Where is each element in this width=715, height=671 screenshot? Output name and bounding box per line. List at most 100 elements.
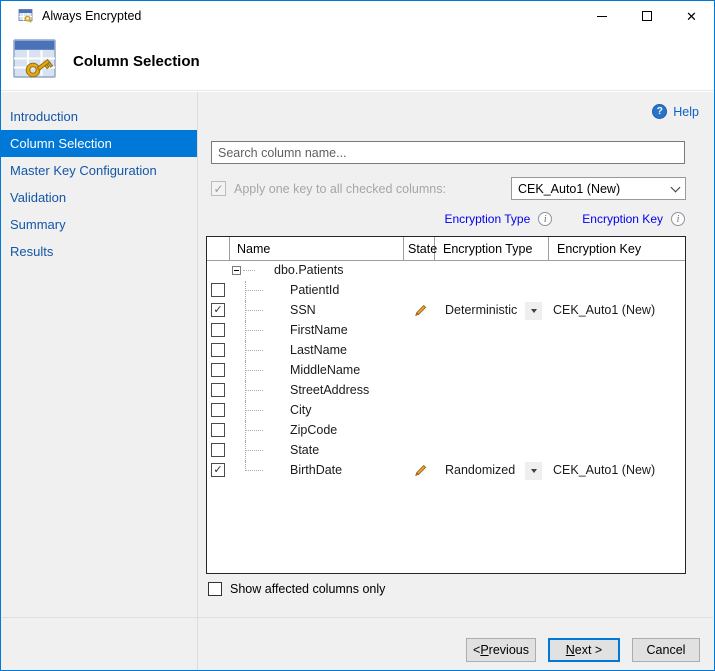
row-checkbox[interactable]: ✓ bbox=[211, 403, 225, 417]
table-row[interactable]: ✓ ZipCode bbox=[207, 421, 685, 441]
row-checkbox[interactable]: ✓ bbox=[211, 303, 225, 317]
encryption-type-link[interactable]: Encryption Type bbox=[444, 212, 530, 226]
column-name: SSN bbox=[290, 303, 316, 317]
search-column-input[interactable] bbox=[211, 141, 685, 164]
apply-one-key-row: ✓ Apply one key to all checked columns: bbox=[211, 181, 446, 196]
page-header: Column Selection bbox=[1, 31, 714, 91]
row-checkbox[interactable]: ✓ bbox=[211, 323, 225, 337]
encryption-type-dropdown[interactable] bbox=[525, 462, 542, 480]
dropdown-arrow-icon bbox=[531, 309, 537, 313]
header-encryption-type: Encryption Type bbox=[435, 237, 549, 260]
next-button[interactable]: Next > bbox=[548, 638, 620, 662]
close-icon: ✕ bbox=[686, 10, 697, 23]
tree-connector bbox=[245, 470, 263, 471]
close-button[interactable]: ✕ bbox=[669, 1, 714, 31]
table-row[interactable]: ✓ FirstName bbox=[207, 321, 685, 341]
row-checkbox[interactable]: ✓ bbox=[211, 423, 225, 437]
table-row[interactable]: ✓ BirthDate Randomized bbox=[207, 461, 685, 481]
table-group-row: dbo.Patients bbox=[207, 261, 685, 281]
tree-connector bbox=[245, 370, 263, 371]
table-row[interactable]: ✓ StreetAddress bbox=[207, 381, 685, 401]
table-row[interactable]: ✓ City bbox=[207, 401, 685, 421]
columns-table-header: Name State Encryption Type Encryption Ke… bbox=[207, 237, 685, 261]
column-selection-icon bbox=[12, 37, 59, 85]
sidebar-step-item[interactable]: Column Selection bbox=[1, 130, 197, 157]
encryption-type-info-icon[interactable]: i bbox=[538, 212, 552, 226]
edited-state-pencil-icon bbox=[414, 304, 427, 317]
tree-vline bbox=[245, 301, 246, 321]
check-icon: ✓ bbox=[213, 183, 223, 195]
show-affected-label: Show affected columns only bbox=[230, 582, 385, 596]
minus-glyph bbox=[234, 270, 239, 271]
header-encryption-key: Encryption Key bbox=[549, 237, 685, 260]
table-row[interactable]: ✓ LastName bbox=[207, 341, 685, 361]
help-icon: ? bbox=[652, 104, 667, 119]
tree-connector bbox=[245, 410, 263, 411]
table-row[interactable]: ✓ MiddleName bbox=[207, 361, 685, 381]
column-name: PatientId bbox=[290, 283, 339, 297]
tree-vline bbox=[245, 381, 246, 401]
tree-vline bbox=[245, 281, 246, 301]
always-encrypted-app-icon bbox=[18, 8, 34, 24]
cancel-button[interactable]: Cancel bbox=[632, 638, 700, 662]
sidebar-step-item[interactable]: Master Key Configuration bbox=[1, 157, 197, 184]
encryption-key-value[interactable]: CEK_Auto1 (New) bbox=[553, 463, 655, 477]
table-row[interactable]: ✓ PatientId bbox=[207, 281, 685, 301]
tree-connector bbox=[245, 310, 263, 311]
encryption-type-dropdown[interactable] bbox=[525, 302, 542, 320]
tree-collapse-icon[interactable] bbox=[232, 266, 241, 275]
minimize-button[interactable] bbox=[579, 1, 624, 31]
dropdown-arrow-icon bbox=[531, 469, 537, 473]
maximize-button[interactable] bbox=[624, 1, 669, 31]
check-icon: ✓ bbox=[213, 305, 222, 316]
column-name: City bbox=[290, 403, 312, 417]
encryption-key-info-icon[interactable]: i bbox=[671, 212, 685, 226]
encryption-key-value[interactable]: CEK_Auto1 (New) bbox=[553, 303, 655, 317]
encryption-key-link[interactable]: Encryption Key bbox=[582, 212, 663, 226]
always-encrypted-wizard-window: Always Encrypted ✕ Column Selecti bbox=[0, 0, 715, 671]
minimize-icon bbox=[597, 16, 607, 17]
show-affected-columns-toggle[interactable]: ✓ Show affected columns only bbox=[208, 582, 385, 596]
row-checkbox[interactable]: ✓ bbox=[211, 363, 225, 377]
sidebar-step-item[interactable]: Results bbox=[1, 238, 197, 265]
maximize-icon bbox=[642, 11, 652, 21]
footer-buttons: < Previous Next > Cancel bbox=[466, 638, 700, 662]
previous-label-rest: revious bbox=[489, 643, 529, 657]
edited-state-pencil-icon bbox=[414, 464, 427, 477]
help-label: Help bbox=[673, 105, 699, 119]
tree-vline bbox=[245, 321, 246, 341]
window-title: Always Encrypted bbox=[42, 9, 141, 23]
tree-vline bbox=[245, 421, 246, 441]
next-label-rest: ext > bbox=[575, 643, 602, 657]
previous-button[interactable]: < Previous bbox=[466, 638, 536, 662]
sidebar-step-item[interactable]: Summary bbox=[1, 211, 197, 238]
header-name: Name bbox=[230, 237, 404, 260]
sidebar-step-item[interactable]: Validation bbox=[1, 184, 197, 211]
next-accesskey: N bbox=[566, 643, 575, 657]
check-icon: ✓ bbox=[213, 465, 222, 476]
row-checkbox[interactable]: ✓ bbox=[211, 343, 225, 357]
tree-connector bbox=[245, 350, 263, 351]
row-checkbox[interactable]: ✓ bbox=[211, 443, 225, 457]
table-row[interactable]: ✓ State bbox=[207, 441, 685, 461]
wizard-body: Introduction Column Selection Master Key… bbox=[1, 92, 714, 670]
cek-key-dropdown[interactable]: CEK_Auto1 (New) bbox=[511, 177, 686, 200]
table-row[interactable]: ✓ SSN Deterministic bbox=[207, 301, 685, 321]
wizard-steps-sidebar: Introduction Column Selection Master Key… bbox=[1, 92, 198, 670]
titlebar: Always Encrypted ✕ bbox=[1, 1, 714, 31]
row-checkbox[interactable]: ✓ bbox=[211, 283, 225, 297]
apply-one-key-checkbox: ✓ bbox=[211, 181, 226, 196]
show-affected-checkbox[interactable]: ✓ bbox=[208, 582, 222, 596]
columns-table-body: ✓ PatientId bbox=[207, 281, 685, 481]
column-name: MiddleName bbox=[290, 363, 360, 377]
help-link[interactable]: ? Help bbox=[652, 104, 699, 119]
row-checkbox[interactable]: ✓ bbox=[211, 383, 225, 397]
header-checkbox-column bbox=[207, 237, 230, 260]
previous-label: < bbox=[473, 643, 480, 657]
column-name: LastName bbox=[290, 343, 347, 357]
column-name: BirthDate bbox=[290, 463, 342, 477]
table-group-name: dbo.Patients bbox=[274, 263, 344, 277]
sidebar-step-item[interactable]: Introduction bbox=[1, 103, 197, 130]
row-checkbox[interactable]: ✓ bbox=[211, 463, 225, 477]
tree-connector bbox=[245, 450, 263, 451]
